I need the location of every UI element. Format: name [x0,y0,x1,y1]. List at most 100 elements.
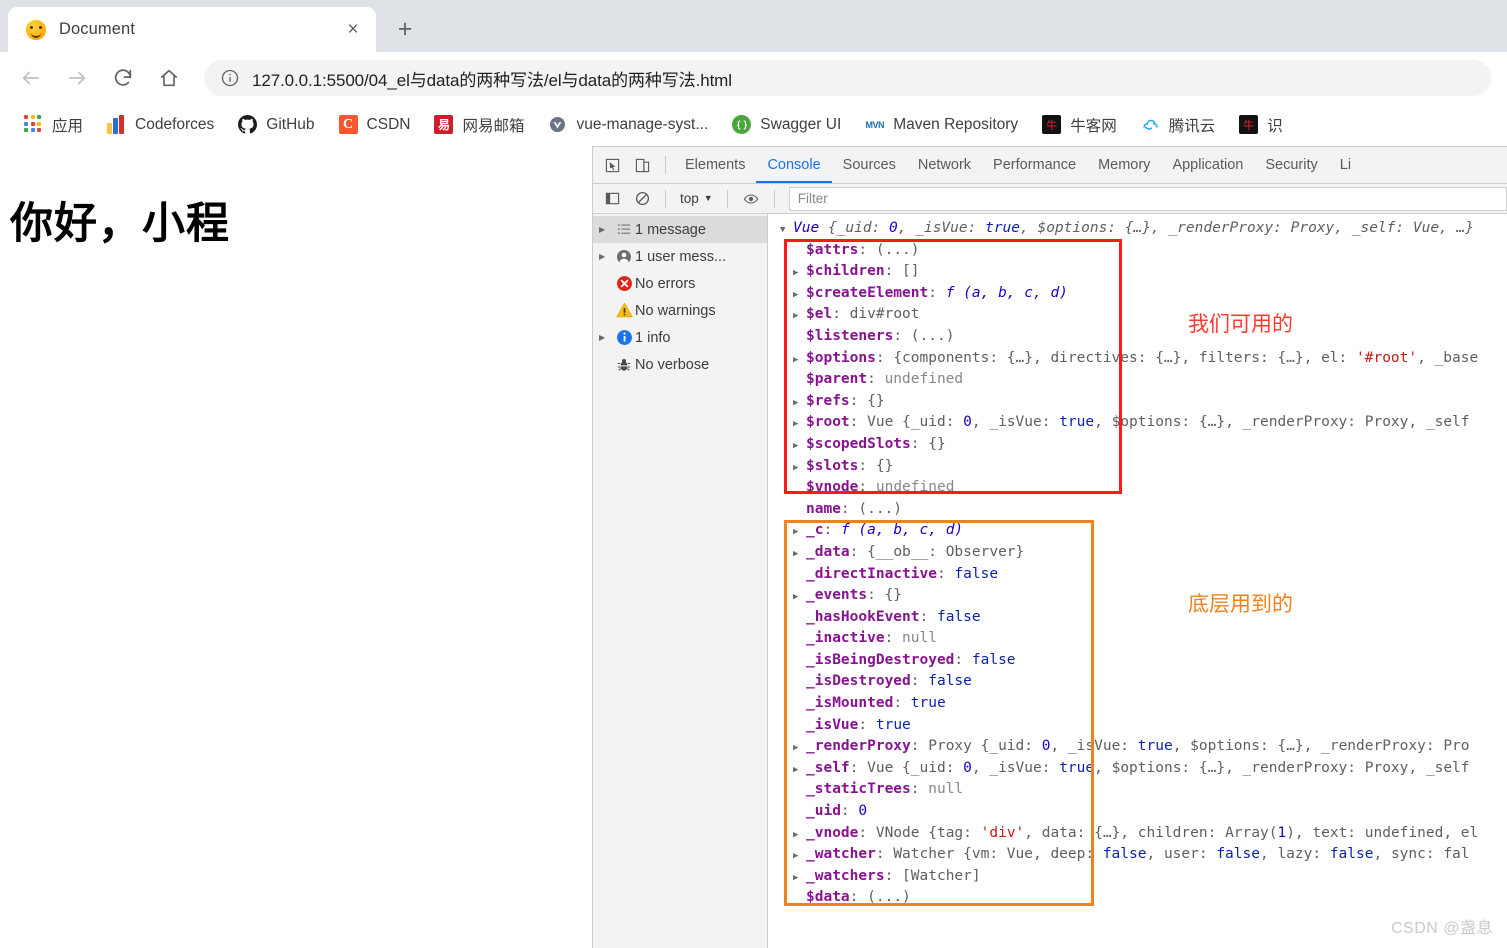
sidebar-item-verbose[interactable]: No verbose [593,351,767,378]
console-property-row[interactable]: $refs: {} [768,391,1507,413]
sidebar-item-errors[interactable]: No errors [593,270,767,297]
console-property-row[interactable]: _renderProxy: Proxy {_uid: 0, _isVue: tr… [768,736,1507,758]
console-property-row[interactable]: _isBeingDestroyed: false [768,650,1507,672]
console-property-row[interactable]: _directInactive: false [768,564,1507,586]
sidebar-item-user-messages[interactable]: 1 user mess... [593,243,767,270]
vue-manage-icon [548,115,567,134]
bookmark-tencent-cloud[interactable]: 腾讯云 [1131,110,1226,140]
bookmark-nowcoder[interactable]: 牛 牛客网 [1032,110,1127,140]
console-property-row[interactable]: name: (...) [768,499,1507,521]
sidebar-item-label: No verbose [635,356,710,373]
bookmark-codeforces[interactable]: Codeforces [97,111,224,138]
console-property-row[interactable]: $children: [] [768,261,1507,283]
chevron-right-icon[interactable] [599,334,613,342]
sidebar-item-label: No errors [635,275,696,292]
bookmark-github[interactable]: GitHub [228,111,324,138]
console-filter-bar: top ▼ Filter [593,184,1507,214]
tab-memory[interactable]: Memory [1087,148,1161,183]
inspect-element-icon[interactable] [598,151,626,179]
clear-console-icon[interactable] [628,185,656,213]
tencent-cloud-icon [1141,115,1160,134]
console-property-row[interactable]: _vnode: VNode {tag: 'div', data: {…}, ch… [768,823,1507,845]
tab-elements[interactable]: Elements [674,148,756,183]
bookmark-label: vue-manage-syst... [576,115,709,133]
tab-application[interactable]: Application [1161,148,1254,183]
back-arrow-icon[interactable] [12,59,50,97]
console-property-row[interactable]: $options: {components: {…}, directives: … [768,348,1507,370]
bookmark-label: 网易邮箱 [462,117,525,135]
bookmark-csdn[interactable]: C CSDN [329,111,421,138]
tab-sources[interactable]: Sources [832,148,907,183]
smiley-favicon [26,19,46,40]
console-property-row[interactable]: $vnode: undefined [768,477,1507,499]
available-api-annotation-label: 我们可用的 [1188,313,1293,336]
message-list-icon [613,222,635,237]
console-log-entry[interactable]: Vue {_uid: 0, _isVue: true, $options: {…… [768,218,1507,909]
new-tab-button[interactable]: + [388,12,422,46]
tab-lighthouse[interactable]: Li [1329,148,1362,183]
console-property-row[interactable]: $el: div#root [768,304,1507,326]
bookmark-label: GitHub [266,115,315,133]
tab-console[interactable]: Console [756,148,832,183]
console-property-row[interactable]: $attrs: (...) [768,240,1507,262]
home-icon[interactable] [150,59,188,97]
address-bar[interactable]: 127.0.0.1:5500/04_el与data的两种写法/el与data的两… [204,60,1491,96]
devtools-panel: Elements Console Sources Network Perform… [592,146,1507,948]
info-icon [613,329,635,346]
console-property-row[interactable]: _uid: 0 [768,801,1507,823]
console-property-row[interactable]: _staticTrees: null [768,779,1507,801]
netease-mail-icon: 易 [434,115,454,134]
console-property-row[interactable]: $data: (...) [768,887,1507,909]
console-property-row[interactable]: _self: Vue {_uid: 0, _isVue: true, $opti… [768,758,1507,780]
internal-api-annotation-label: 底层用到的 [1188,593,1293,616]
sidebar-item-messages[interactable]: 1 message [593,216,767,243]
bookmark-swagger-ui[interactable]: Swagger UI [722,111,851,138]
console-property-row[interactable]: $createElement: f (a, b, c, d) [768,283,1507,305]
console-sidebar-toggle-icon[interactable] [598,185,626,213]
forward-arrow-icon[interactable] [58,59,96,97]
console-property-row[interactable]: $scopedSlots: {} [768,434,1507,456]
console-output[interactable]: Vue {_uid: 0, _isVue: true, $options: {…… [768,214,1507,948]
console-property-row[interactable]: _events: {} [768,585,1507,607]
chevron-right-icon[interactable] [599,226,613,234]
bookmark-maven-repository[interactable]: MVN Maven Repository [855,111,1028,138]
sidebar-item-warnings[interactable]: No warnings [593,297,767,324]
console-property-row[interactable]: $parent: undefined [768,369,1507,391]
bookmark-vue-manage-system[interactable]: vue-manage-syst... [538,111,718,138]
chevron-right-icon[interactable] [599,253,613,261]
bookmark-apps[interactable]: 应用 [14,110,93,140]
sidebar-item-info[interactable]: 1 info [593,324,767,351]
filterbar-divider-1 [665,189,666,208]
github-icon [238,115,258,134]
console-property-row[interactable]: _hasHookEvent: false [768,607,1507,629]
console-property-row[interactable]: _inactive: null [768,628,1507,650]
console-filter-input[interactable]: Filter [788,186,1507,211]
bookmark-label: 腾讯云 [1168,117,1216,135]
console-property-row[interactable]: _watchers: [Watcher] [768,866,1507,888]
bookmark-extra[interactable]: 牛 识 [1229,110,1293,140]
console-property-row[interactable]: _watcher: Watcher {vm: Vue, deep: false,… [768,844,1507,866]
bookmark-netease-mail[interactable]: 易 网易邮箱 [424,110,534,140]
maven-icon: MVN [865,119,885,130]
console-property-row[interactable]: _isVue: true [768,715,1507,737]
tab-security[interactable]: Security [1254,148,1328,183]
tab-network[interactable]: Network [907,148,982,183]
tab-performance[interactable]: Performance [982,148,1087,183]
console-property-row[interactable]: $root: Vue {_uid: 0, _isVue: true, $opti… [768,412,1507,434]
csdn-watermark: CSDN @盏息 [1390,920,1493,937]
console-property-row[interactable]: $listeners: (...) [768,326,1507,348]
reload-icon[interactable] [104,59,142,97]
console-object-header[interactable]: Vue {_uid: 0, _isVue: true, $options: {…… [768,218,1507,240]
live-expression-icon[interactable] [737,185,765,213]
close-icon[interactable]: × [340,17,366,43]
device-toolbar-icon[interactable] [628,151,656,179]
console-property-row[interactable]: $slots: {} [768,456,1507,478]
console-property-row[interactable]: _isMounted: true [768,693,1507,715]
browser-tab[interactable]: Document × [8,7,376,52]
info-circle-icon[interactable] [220,68,240,88]
devtools-tabbar: Elements Console Sources Network Perform… [593,147,1507,184]
execution-context-selector[interactable]: top ▼ [674,191,719,206]
console-property-row[interactable]: _c: f (a, b, c, d) [768,520,1507,542]
console-property-row[interactable]: _isDestroyed: false [768,671,1507,693]
console-property-row[interactable]: _data: {__ob__: Observer} [768,542,1507,564]
